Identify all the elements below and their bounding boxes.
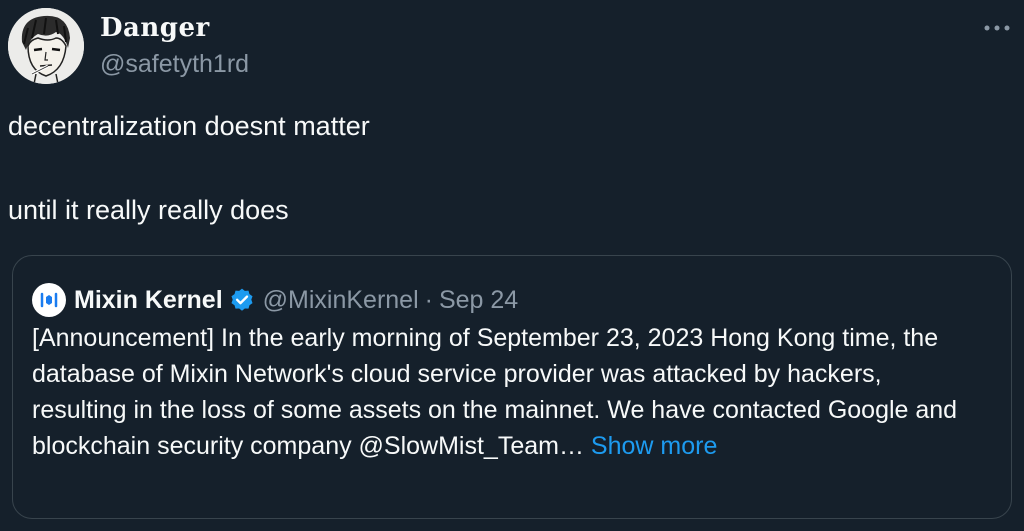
tweet-text: decentralization doesnt matter until it … xyxy=(8,108,370,228)
header-separator: · xyxy=(424,285,433,314)
quoted-tweet-body: [Announcement] In the early morning of S… xyxy=(32,324,958,460)
show-more-link[interactable]: Show more xyxy=(591,432,717,460)
tweet-text-line: decentralization doesnt matter xyxy=(8,111,370,141)
verified-badge-icon xyxy=(231,288,253,311)
author-avatar[interactable] xyxy=(8,8,84,84)
quoted-tweet-text: [Announcement] In the early morning of S… xyxy=(32,320,982,464)
quoted-author-handle[interactable]: @MixinKernel xyxy=(263,286,419,315)
tweet-text-line: until it really really does xyxy=(8,195,289,225)
mixin-logo-icon xyxy=(36,287,62,313)
more-options-button[interactable] xyxy=(982,18,1012,38)
author-handle[interactable]: @safetyth1rd xyxy=(100,50,249,79)
quoted-tweet-header: Mixin Kernel @MixinKernel · Sep 24 xyxy=(32,283,518,317)
author-display-name[interactable]: Danger xyxy=(100,13,210,43)
quoted-tweet[interactable]: Mixin Kernel @MixinKernel · Sep 24 [Anno… xyxy=(12,255,1012,519)
avatar-illustration xyxy=(8,8,84,84)
quoted-author-avatar[interactable] xyxy=(32,283,66,317)
quoted-tweet-date[interactable]: Sep 24 xyxy=(439,286,518,315)
tweet-card: Danger @safetyth1rd decentralization doe… xyxy=(0,0,1024,531)
quoted-author-name[interactable]: Mixin Kernel xyxy=(74,286,223,315)
more-horizontal-icon xyxy=(984,25,1010,31)
